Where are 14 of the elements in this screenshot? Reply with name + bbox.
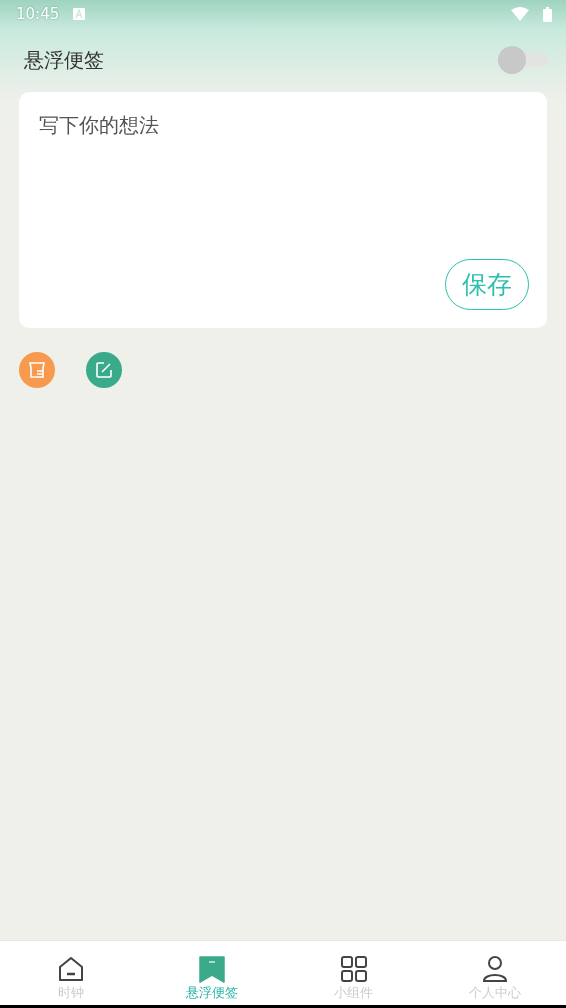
shortcut-button[interactable] bbox=[86, 352, 122, 388]
bookmark-icon bbox=[198, 955, 227, 983]
status-time: 10:45 bbox=[16, 5, 60, 23]
person-icon bbox=[481, 955, 510, 983]
nav-tab[interactable]: 悬浮便签 bbox=[141, 941, 283, 1005]
shortcut-button[interactable] bbox=[19, 352, 55, 388]
home-icon bbox=[56, 955, 85, 983]
notification-icon bbox=[73, 8, 86, 20]
toggle-switch[interactable] bbox=[498, 46, 548, 74]
page-title: 悬浮便签 bbox=[24, 46, 105, 74]
wifi-icon bbox=[511, 7, 529, 21]
battery-icon bbox=[543, 6, 552, 22]
widgets-icon bbox=[339, 955, 368, 983]
edit-icon bbox=[94, 360, 114, 380]
